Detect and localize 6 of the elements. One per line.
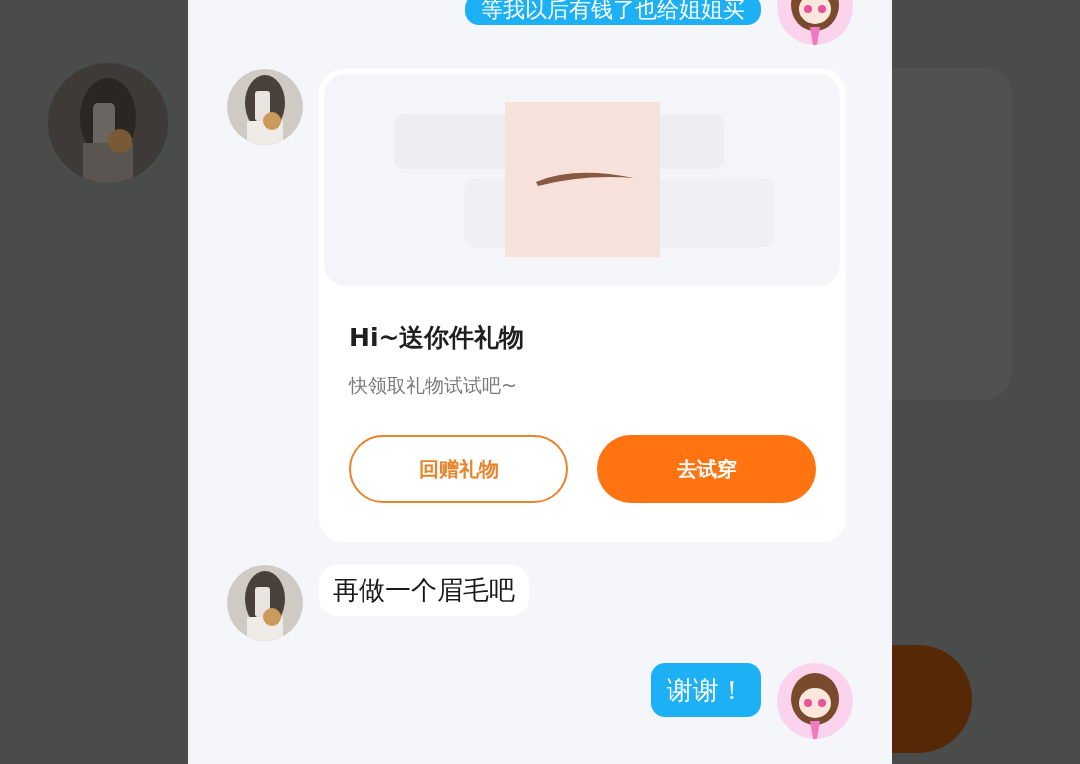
try-on-button[interactable]: 去试穿 bbox=[597, 435, 816, 503]
card-title: Hi~送你件礼物 bbox=[349, 322, 526, 354]
message-bubble: 谢谢！ bbox=[651, 663, 761, 717]
message-bubble: 再做一个眉毛吧 bbox=[319, 565, 529, 616]
card-subtitle: 快领取礼物试试吧~ bbox=[349, 372, 518, 398]
gift-back-button[interactable]: 回赠礼物 bbox=[349, 435, 568, 503]
